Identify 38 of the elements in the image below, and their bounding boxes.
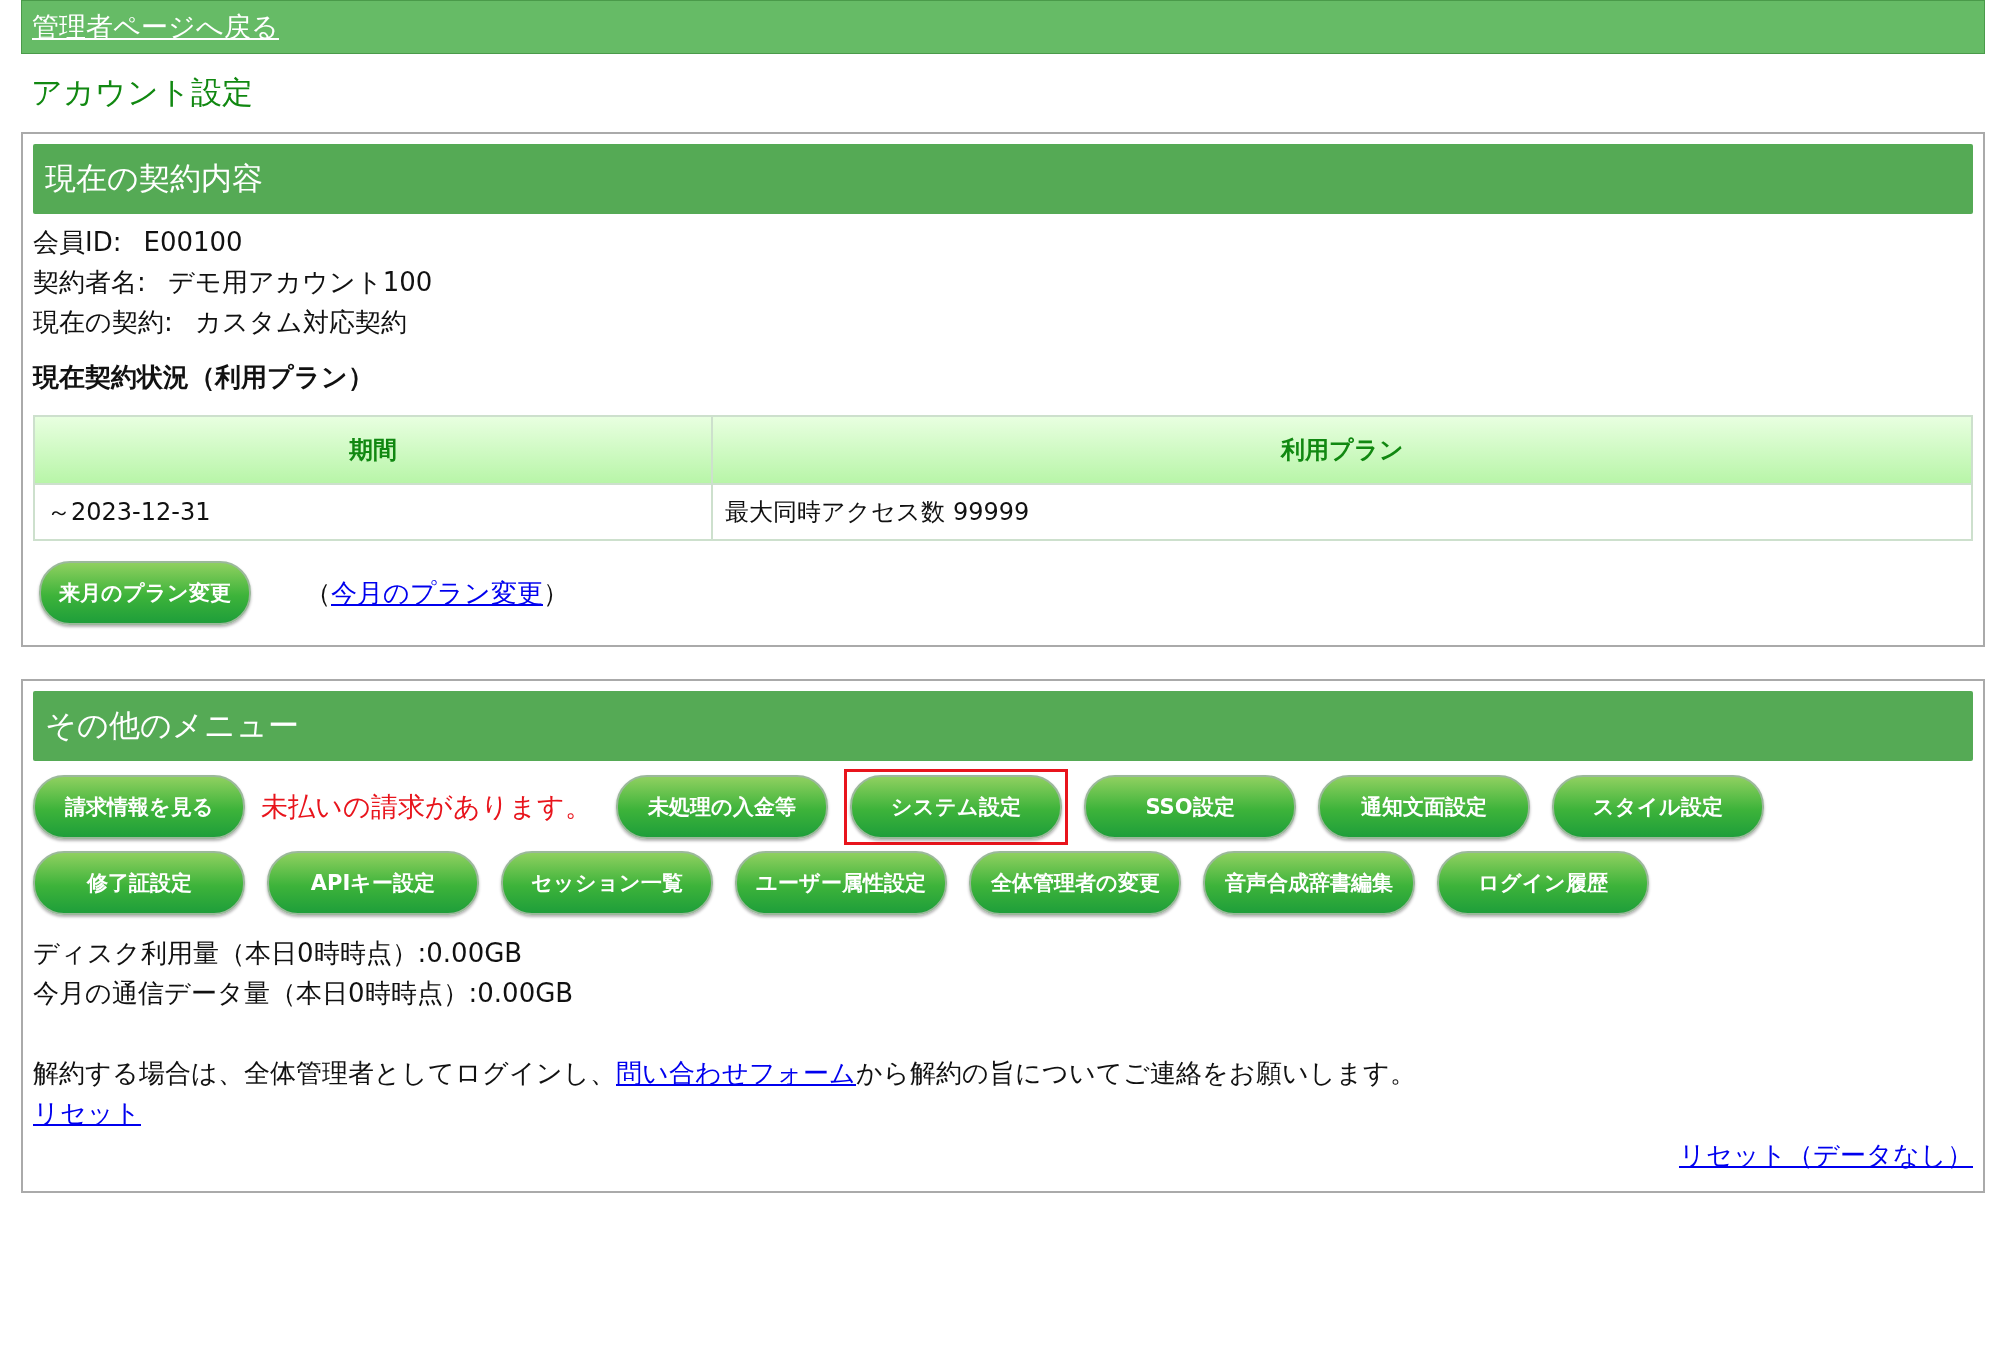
menu-button[interactable]: 請求情報を見る bbox=[33, 775, 245, 839]
info-value: デモ用アカウント100 bbox=[167, 267, 433, 297]
section-heading: 現在契約状況（利用プラン） bbox=[33, 361, 375, 394]
column-header: 期間 bbox=[34, 416, 713, 484]
menu-button[interactable]: APIキー設定 bbox=[267, 851, 479, 915]
info-value: E00100 bbox=[143, 227, 243, 257]
table-cell: ～2023-12-31 bbox=[34, 484, 713, 540]
info-label: 契約者名: bbox=[33, 267, 146, 297]
info-label: 会員ID: bbox=[33, 227, 122, 257]
menu-button[interactable]: 音声合成辞書編集 bbox=[1203, 851, 1415, 915]
usage-text: 今月の通信データ量（本日0時時点）:0.00GB bbox=[33, 977, 575, 1010]
cancel-paragraph: 解約する場合は、全体管理者としてログインし、問い合わせフォームから解約の旨についてご連絡をお願いします。 bbox=[33, 1057, 1417, 1090]
menu-button[interactable]: スタイル設定 bbox=[1552, 775, 1764, 839]
contact-form-link[interactable]: 問い合わせフォーム bbox=[616, 1058, 856, 1088]
plan-change-note: （今月のプラン変更） bbox=[305, 576, 569, 610]
menu-button[interactable]: ログイン履歴 bbox=[1437, 851, 1649, 915]
reset-no-data-link[interactable]: リセット（データなし） bbox=[1679, 1140, 1973, 1170]
menu-button[interactable]: 全体管理者の変更 bbox=[969, 851, 1181, 915]
menu-button[interactable]: セッション一覧 bbox=[501, 851, 713, 915]
menu-button[interactable]: システム設定 bbox=[850, 775, 1062, 839]
menu-button[interactable]: 通知文面設定 bbox=[1318, 775, 1530, 839]
usage-text: ディスク利用量（本日0時時点）:0.00GB bbox=[33, 937, 524, 970]
plan-change-link[interactable]: 今月のプラン変更 bbox=[331, 577, 543, 608]
panel-header: その他のメニュー bbox=[33, 691, 1973, 761]
menu-button[interactable]: SSO設定 bbox=[1084, 775, 1296, 839]
menu-button[interactable]: 未処理の入金等 bbox=[616, 775, 828, 839]
menu-button[interactable]: 修了証設定 bbox=[33, 851, 245, 915]
table-cell: 最大同時アクセス数 99999 bbox=[712, 484, 1972, 540]
unpaid-notice: 未払いの請求があります。 bbox=[261, 790, 592, 824]
info-value: カスタム対応契約 bbox=[194, 307, 407, 337]
panel-header: 現在の契約内容 bbox=[33, 144, 1973, 214]
menu-button[interactable]: ユーザー属性設定 bbox=[735, 851, 947, 915]
reset-link[interactable]: リセット bbox=[33, 1098, 141, 1128]
back-link[interactable]: 管理者ページへ戻る bbox=[32, 9, 279, 45]
plan-change-button[interactable]: 来月のプラン変更 bbox=[39, 561, 251, 625]
column-header: 利用プラン bbox=[712, 416, 1972, 484]
page-title: アカウント設定 bbox=[31, 73, 254, 112]
info-label: 現在の契約: bbox=[33, 307, 173, 337]
